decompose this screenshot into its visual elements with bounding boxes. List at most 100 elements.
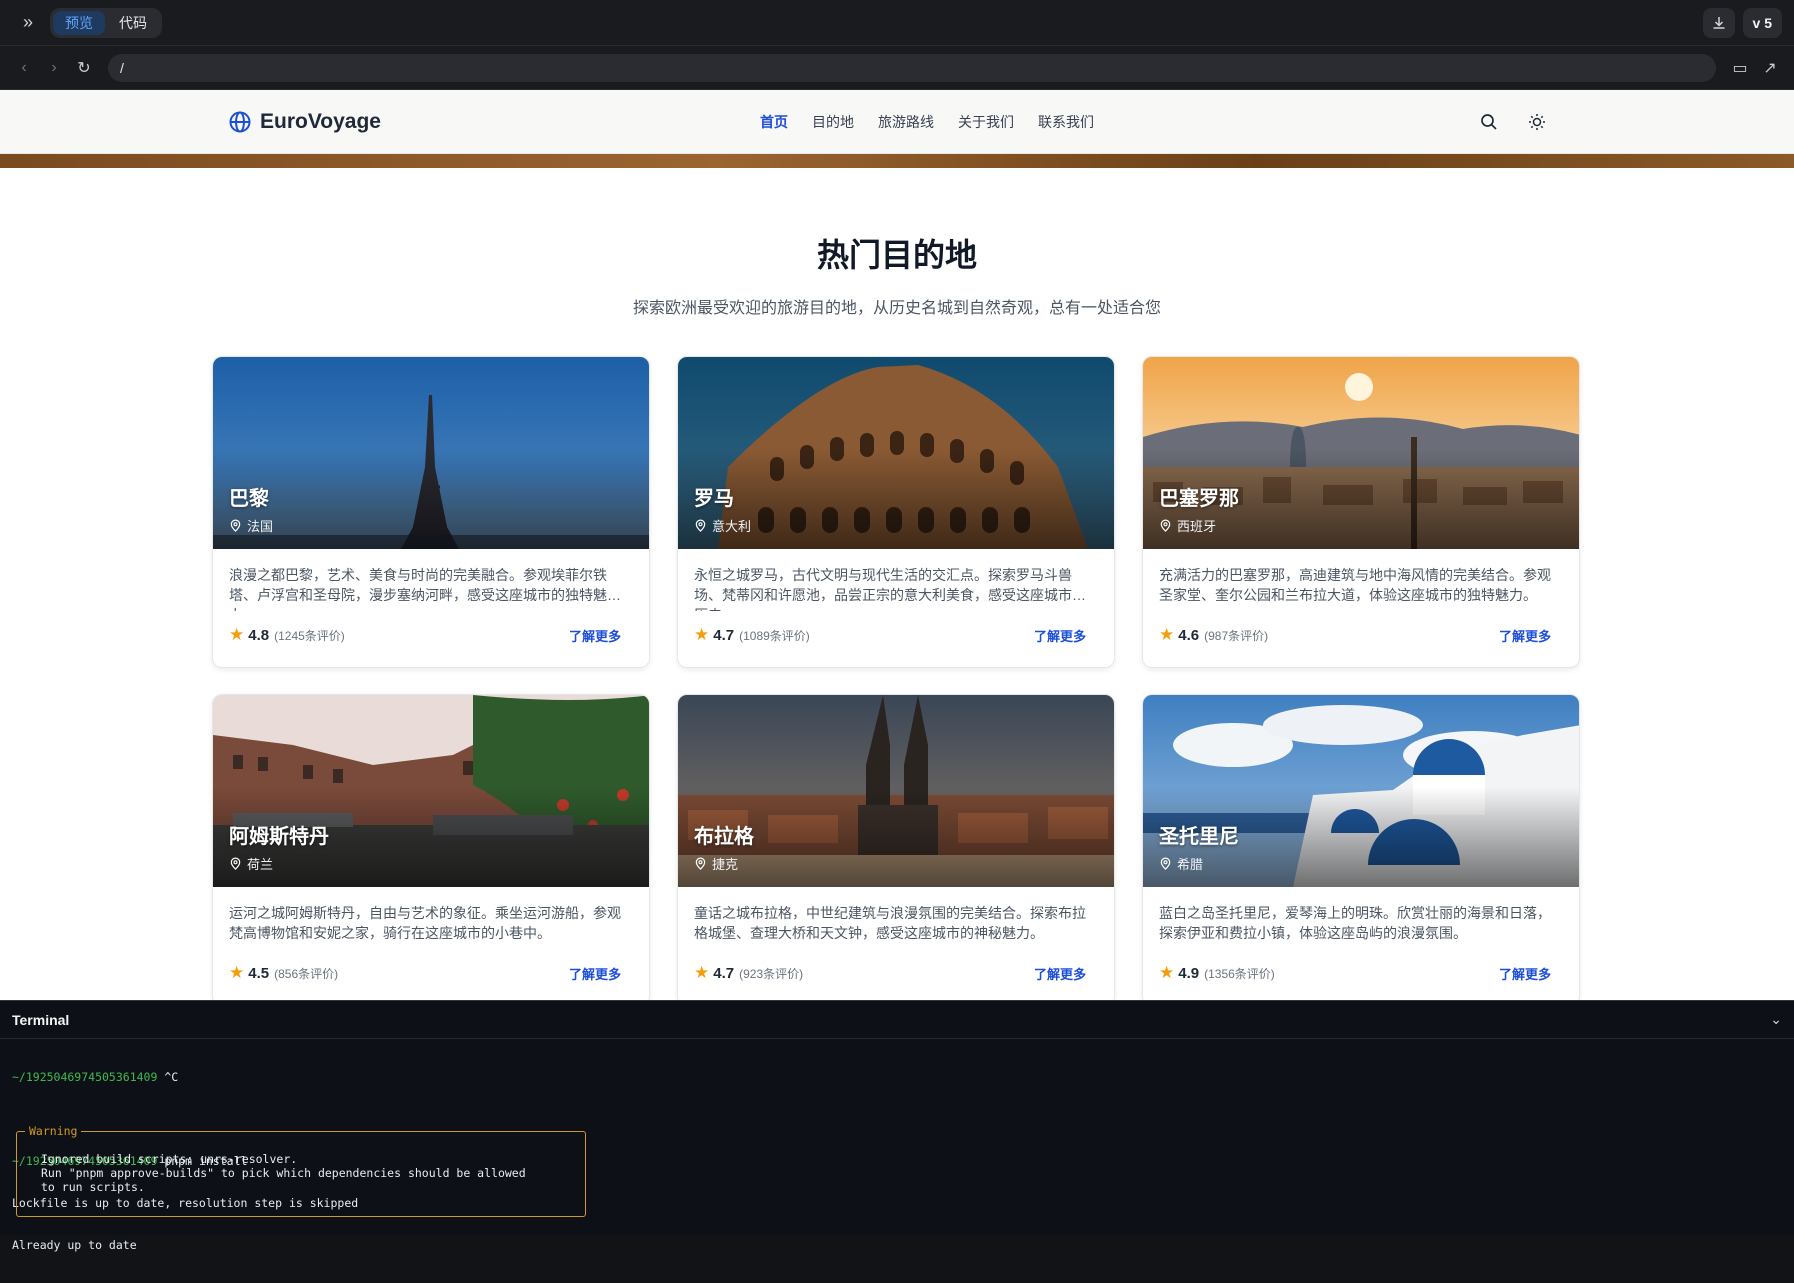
learn-more-link[interactable]: 了解更多 <box>569 964 621 983</box>
nav-contact[interactable]: 联系我们 <box>1038 112 1094 132</box>
reload-icon[interactable]: ↻ <box>72 56 96 80</box>
map-pin-icon <box>695 857 706 870</box>
card-reviews: (1245条评价) <box>274 628 345 643</box>
section-title: 热门目的地 <box>816 237 977 273</box>
url-input[interactable]: / <box>108 53 1716 82</box>
tab-preview[interactable]: 预览 <box>53 10 105 35</box>
terminal-title: Terminal <box>12 1011 70 1028</box>
star-icon: ★ <box>229 625 245 644</box>
warning-label: Warning <box>25 1124 82 1138</box>
hero-image-edge <box>0 154 1794 168</box>
card-country: 法国 <box>247 519 274 534</box>
terminal-line: ~/1925046974505361409 ^C <box>12 1070 179 1084</box>
terminal-panel: Terminal ⌄ ~/1925046974505361409 ^C ~/19… <box>0 1000 1794 1252</box>
destination-card-santorini[interactable]: 圣托里尼 希腊 蓝白之岛圣托里尼，爱琴海上的明珠。欣赏壮丽的海景和日落，探索伊亚… <box>1142 694 1580 1000</box>
learn-more-link[interactable]: 了解更多 <box>1034 626 1086 645</box>
star-icon: ★ <box>694 963 710 982</box>
site-header: EuroVoyage 首页 目的地 旅游路线 关于我们 联系我们 <box>0 90 1794 154</box>
map-pin-icon <box>230 857 241 870</box>
card-rating: 4.5 <box>248 964 270 982</box>
destination-card-prague[interactable]: 布拉格 捷克 童话之城布拉格，中世纪建筑与浪漫氛围的完美结合。探索布拉格城堡、查… <box>677 694 1115 1000</box>
learn-more-link[interactable]: 了解更多 <box>569 626 621 645</box>
card-description: 蓝白之岛圣托里尼，爱琴海上的明珠。欣赏壮丽的海景和日落，探索伊亚和费拉小镇，体验… <box>1159 905 1551 941</box>
card-image: 罗马 意大利 <box>678 357 1114 549</box>
expand-icon[interactable]: » <box>12 7 44 39</box>
card-reviews: (1356条评价) <box>1204 966 1275 981</box>
card-image: 巴黎 法国 <box>213 357 649 549</box>
destination-card-amsterdam[interactable]: 阿姆斯特丹 荷兰 运河之城阿姆斯特丹，自由与艺术的象征。乘坐运河游船，参观梵高博… <box>212 694 650 1000</box>
card-city: 布拉格 <box>694 826 754 848</box>
card-reviews: (923条评价) <box>739 966 804 981</box>
card-description: 浪漫之都巴黎，艺术、美食与时尚的完美融合。参观埃菲尔铁塔、卢浮宫和圣母院，漫步塞… <box>229 567 607 611</box>
nav-home[interactable]: 首页 <box>760 112 788 132</box>
terminal-line: Already up to date <box>12 1238 137 1252</box>
card-reviews: (856条评价) <box>274 966 339 981</box>
map-pin-icon <box>230 519 241 532</box>
card-image: 布拉格 捷克 <box>678 695 1114 887</box>
warning-box: Warning Ignored build scripts: unrs-reso… <box>16 1124 586 1217</box>
card-image: 阿姆斯特丹 荷兰 <box>213 695 649 887</box>
map-pin-icon <box>695 519 706 532</box>
brand[interactable]: EuroVoyage <box>228 110 381 134</box>
card-city: 圣托里尼 <box>1159 826 1239 848</box>
brand-name: EuroVoyage <box>260 109 381 133</box>
forward-icon[interactable]: › <box>42 56 66 80</box>
star-icon: ★ <box>1159 625 1175 644</box>
ide-topbar: » 预览 代码 v 5 <box>0 0 1794 46</box>
map-pin-icon <box>1160 857 1171 870</box>
nav-about[interactable]: 关于我们 <box>958 112 1014 132</box>
card-rating: 4.8 <box>248 626 270 644</box>
destination-grid: 巴黎 法国 浪漫之都巴黎，艺术、美食与时尚的完美融合。参观埃菲尔铁塔、卢浮宫和圣… <box>212 356 1580 1000</box>
card-city: 阿姆斯特丹 <box>229 826 329 848</box>
search-icon[interactable] <box>1480 113 1498 131</box>
chevron-down-icon[interactable]: ⌄ <box>1770 1011 1782 1028</box>
destination-card-paris[interactable]: 巴黎 法国 浪漫之都巴黎，艺术、美食与时尚的完美融合。参观埃菲尔铁塔、卢浮宫和圣… <box>212 356 650 668</box>
section-subtitle: 探索欧洲最受欢迎的旅游目的地，从历史名城到自然奇观，总有一处适合您 <box>632 300 1161 317</box>
card-description: 永恒之城罗马，古代文明与现代生活的交汇点。探索罗马斗兽场、梵蒂冈和许愿池，品尝正… <box>694 567 1086 611</box>
preview-pane: EuroVoyage 首页 目的地 旅游路线 关于我们 联系我们 热门目的地 探… <box>0 90 1794 1000</box>
card-country: 捷克 <box>712 857 739 872</box>
destination-card-rome[interactable]: 罗马 意大利 永恒之城罗马，古代文明与现代生活的交汇点。探索罗马斗兽场、梵蒂冈和… <box>677 356 1115 668</box>
responsive-icon[interactable]: ▭ <box>1728 56 1752 80</box>
main-nav: 首页 目的地 旅游路线 关于我们 联系我们 <box>760 112 1094 132</box>
card-image: 巴塞罗那 西班牙 <box>1143 357 1579 549</box>
address-bar: ‹ › ↻ / ▭ ↗ <box>0 46 1794 90</box>
card-country: 意大利 <box>712 519 752 534</box>
version-button[interactable]: v 5 <box>1742 7 1782 38</box>
card-city: 巴黎 <box>229 488 269 510</box>
card-country: 荷兰 <box>247 857 274 872</box>
download-button[interactable] <box>1702 7 1735 38</box>
learn-more-link[interactable]: 了解更多 <box>1499 626 1551 645</box>
globe-icon <box>229 111 251 132</box>
card-rating: 4.7 <box>713 964 735 982</box>
star-icon: ★ <box>1159 963 1175 982</box>
card-country: 西班牙 <box>1177 519 1217 534</box>
card-city: 罗马 <box>694 488 734 510</box>
star-icon: ★ <box>229 963 245 982</box>
view-toggle: 预览 代码 <box>50 7 162 38</box>
card-description: 充满活力的巴塞罗那，高迪建筑与地中海风情的完美结合。参观圣家堂、奎尔公园和兰布拉… <box>1159 567 1551 603</box>
map-pin-icon <box>1160 519 1171 532</box>
learn-more-link[interactable]: 了解更多 <box>1499 964 1551 983</box>
destination-card-barcelona[interactable]: 巴塞罗那 西班牙 充满活力的巴塞罗那，高迪建筑与地中海风情的完美结合。参观圣家堂… <box>1142 356 1580 668</box>
tab-code[interactable]: 代码 <box>107 11 159 35</box>
card-city: 巴塞罗那 <box>1159 488 1239 510</box>
card-country: 希腊 <box>1177 857 1204 872</box>
back-icon[interactable]: ‹ <box>12 56 36 80</box>
nav-routes[interactable]: 旅游路线 <box>878 112 934 132</box>
nav-destinations[interactable]: 目的地 <box>812 112 854 132</box>
card-description: 童话之城布拉格，中世纪建筑与浪漫氛围的完美结合。探索布拉格城堡、查理大桥和天文钟… <box>694 905 1086 941</box>
learn-more-link[interactable]: 了解更多 <box>1034 964 1086 983</box>
card-reviews: (1089条评价) <box>739 628 810 643</box>
sun-icon[interactable] <box>1528 113 1546 131</box>
card-description: 运河之城阿姆斯特丹，自由与艺术的象征。乘坐运河游船，参观梵高博物馆和安妮之家，骑… <box>229 905 621 941</box>
download-icon <box>1713 16 1725 29</box>
open-external-icon[interactable]: ↗ <box>1758 56 1782 80</box>
card-reviews: (987条评价) <box>1204 628 1269 643</box>
warning-text: Ignored build scripts: unrs-resolver. Ru… <box>41 1152 526 1194</box>
star-icon: ★ <box>694 625 710 644</box>
card-rating: 4.7 <box>713 626 735 644</box>
card-rating: 4.9 <box>1178 964 1200 982</box>
card-rating: 4.6 <box>1178 626 1200 644</box>
